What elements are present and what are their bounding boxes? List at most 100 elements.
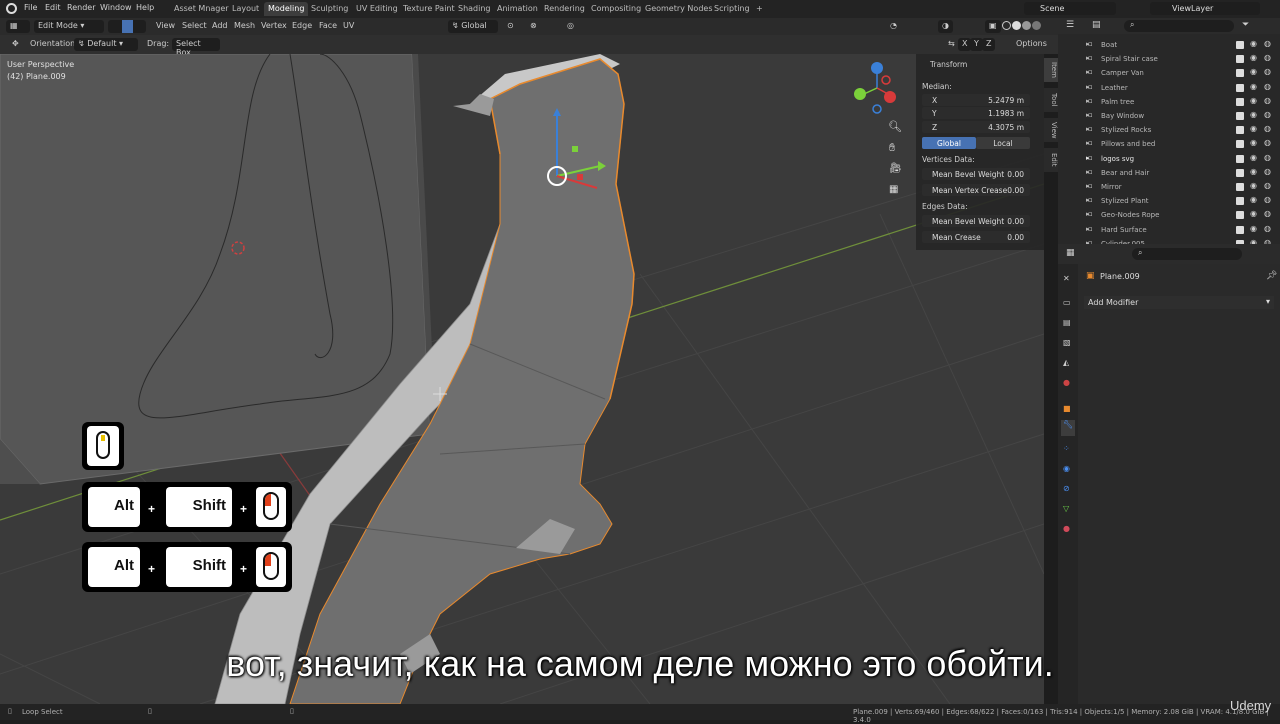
eye-icon[interactable]: ◉ (1250, 224, 1257, 233)
checkbox-icon[interactable] (1236, 225, 1244, 234)
camera-icon[interactable]: ◍ (1264, 167, 1271, 176)
wireframe-shading-icon[interactable] (1002, 21, 1011, 30)
camera-icon[interactable]: ◍ (1264, 153, 1271, 162)
camera-view-icon[interactable]: 🎥︎ (889, 163, 902, 174)
properties-editor-icon[interactable]: ▦ (1066, 248, 1075, 258)
options-button[interactable]: Options (1012, 38, 1051, 51)
mirror-z-toggle[interactable]: Z (982, 38, 996, 51)
tab-shading[interactable]: Shading (454, 2, 495, 16)
add-workspace-button[interactable]: + (752, 2, 767, 16)
move-tool-icon[interactable]: ✥ (8, 38, 23, 51)
checkbox-icon[interactable] (1236, 41, 1244, 49)
outliner-item[interactable]: ▸ ▫ Spiral Stair case ◉ ◍ (1058, 52, 1280, 66)
tab-animation[interactable]: Animation (493, 2, 542, 16)
menu-uv[interactable]: UV (339, 20, 358, 33)
menu-edge[interactable]: Edge (288, 20, 316, 33)
checkbox-icon[interactable] (1236, 140, 1244, 149)
global-toggle[interactable]: Global (922, 137, 976, 149)
particles-tab-icon[interactable]: ⁘ (1063, 444, 1070, 453)
mirror-y-toggle[interactable]: Y (970, 38, 983, 51)
eye-icon[interactable]: ◉ (1250, 167, 1257, 176)
modifier-tab-icon[interactable]: 🔧︎ (1061, 420, 1075, 436)
menu-add[interactable]: Add (208, 20, 232, 33)
camera-icon[interactable]: ◍ (1264, 124, 1271, 133)
overlay-toggle-icon[interactable]: ◑ (938, 20, 953, 33)
tab-texture-paint[interactable]: Texture Paint (399, 2, 459, 16)
menu-file[interactable]: File (24, 3, 37, 12)
camera-icon[interactable]: ◍ (1264, 53, 1271, 62)
edge-bevel-weight-field[interactable]: Mean Bevel Weight 0.00 (922, 215, 1030, 227)
world-tab-icon[interactable]: ● (1063, 378, 1070, 387)
tab-layout[interactable]: Layout (228, 2, 263, 16)
menu-help[interactable]: Help (136, 3, 154, 12)
transform-orientation-selector[interactable]: ↯ Global (448, 20, 498, 33)
menu-mesh[interactable]: Mesh (230, 20, 259, 33)
outliner-item[interactable]: ▸ ▫ Stylized Rocks ◉ ◍ (1058, 123, 1280, 137)
display-mode-icon[interactable]: ▤ (1092, 20, 1101, 30)
outliner-item[interactable]: ▸ ▫ Boat ◉ ◍ (1058, 38, 1280, 52)
outliner-item[interactable]: ▸ ▫ Hard Surface ◉ ◍ (1058, 223, 1280, 237)
blender-logo-icon[interactable] (6, 3, 17, 14)
checkbox-icon[interactable] (1236, 112, 1244, 120)
tab-sculpting[interactable]: Sculpting (307, 2, 352, 16)
eye-icon[interactable]: ◉ (1250, 181, 1257, 190)
eye-icon[interactable]: ◉ (1250, 110, 1257, 119)
camera-icon[interactable]: ◍ (1264, 39, 1271, 48)
eye-icon[interactable]: ◉ (1250, 39, 1257, 48)
object-tab-icon[interactable]: ■ (1063, 404, 1071, 413)
zoom-icon[interactable]: 🔍︎ (888, 120, 902, 133)
outliner-item[interactable]: ▸ ▫ Bear and Hair ◉ ◍ (1058, 166, 1280, 180)
outliner-item[interactable]: ▸ ▫ Camper Van ◉ ◍ (1058, 66, 1280, 80)
checkbox-icon[interactable] (1236, 83, 1244, 92)
outliner-editor-icon[interactable]: ☰ (1066, 20, 1074, 30)
eye-icon[interactable]: ◉ (1250, 209, 1257, 218)
gizmo-toggle-icon[interactable]: ◔ (886, 20, 901, 33)
editor-type-button[interactable]: ▦ (6, 20, 30, 33)
outliner-search-field[interactable]: ⌕ (1124, 20, 1234, 32)
outliner-item[interactable]: ▸ ▫ Geo-Nodes Rope ◉ ◍ (1058, 208, 1280, 222)
scene-selector[interactable]: Scene (1024, 2, 1116, 15)
snap-icon[interactable]: ⊗ (526, 20, 541, 33)
menu-view[interactable]: View (152, 20, 179, 33)
properties-search-field[interactable]: ⌕ (1132, 248, 1242, 260)
tab-view[interactable]: View (1044, 118, 1058, 142)
pan-hand-icon[interactable]: ✋︎ (889, 141, 895, 155)
outliner-item[interactable]: ▸ ▫ Stylized Plant ◉ ◍ (1058, 194, 1280, 208)
eye-icon[interactable]: ◉ (1250, 138, 1257, 147)
render-shading-icon[interactable] (1032, 21, 1041, 30)
outliner-item[interactable]: ▸ ▫ Mirror ◉ ◍ (1058, 180, 1280, 194)
vertex-crease-field[interactable]: Mean Vertex Crease 0.00 (922, 184, 1030, 196)
camera-icon[interactable]: ◍ (1264, 82, 1271, 91)
median-z-field[interactable]: Z 4.3075 m (922, 121, 1030, 133)
edge-crease-field[interactable]: Mean Crease 0.00 (922, 231, 1030, 243)
render-tab-icon[interactable]: ▭ (1063, 298, 1071, 307)
output-tab-icon[interactable]: ▤ (1063, 318, 1071, 327)
tab-edit[interactable]: Edit (1044, 148, 1058, 172)
camera-icon[interactable]: ◍ (1264, 209, 1271, 218)
outliner-item[interactable]: ▸ ▫ Palm tree ◉ ◍ (1058, 95, 1280, 109)
transform-panel-title[interactable]: Transform (930, 60, 967, 69)
outliner-item[interactable]: ▸ ▫ Leather ◉ ◍ (1058, 81, 1280, 95)
eye-icon[interactable]: ◉ (1250, 195, 1257, 204)
checkbox-icon[interactable] (1236, 211, 1244, 220)
mirror-icon[interactable]: ⇆ (944, 38, 959, 51)
camera-icon[interactable]: ◍ (1264, 224, 1271, 233)
xray-toggle-icon[interactable]: ▣ (985, 20, 1001, 33)
scene-tab-icon[interactable]: ◭ (1063, 358, 1069, 367)
camera-icon[interactable]: ◍ (1264, 138, 1271, 147)
camera-icon[interactable]: ◍ (1264, 181, 1271, 190)
viewlayer-selector[interactable]: ViewLayer (1150, 2, 1260, 15)
vertex-bevel-weight-field[interactable]: Mean Bevel Weight 0.00 (922, 168, 1030, 180)
outliner-item[interactable]: ▸ ▫ Bay Window ◉ ◍ (1058, 109, 1280, 123)
tab-item[interactable]: Item (1044, 58, 1058, 82)
filter-icon[interactable]: ⏷ (1242, 20, 1249, 30)
menu-window[interactable]: Window (100, 3, 132, 12)
eye-icon[interactable]: ◉ (1250, 53, 1257, 62)
checkbox-icon[interactable] (1236, 154, 1244, 163)
outliner-item[interactable]: ▸ ▫ Pillows and bed ◉ ◍ (1058, 137, 1280, 151)
checkbox-icon[interactable] (1236, 55, 1244, 64)
data-tab-icon[interactable]: ▽ (1063, 504, 1069, 513)
drag-selector[interactable]: Select Box (172, 38, 220, 57)
solid-shading-icon[interactable] (1012, 21, 1021, 30)
camera-icon[interactable]: ◍ (1264, 67, 1271, 76)
